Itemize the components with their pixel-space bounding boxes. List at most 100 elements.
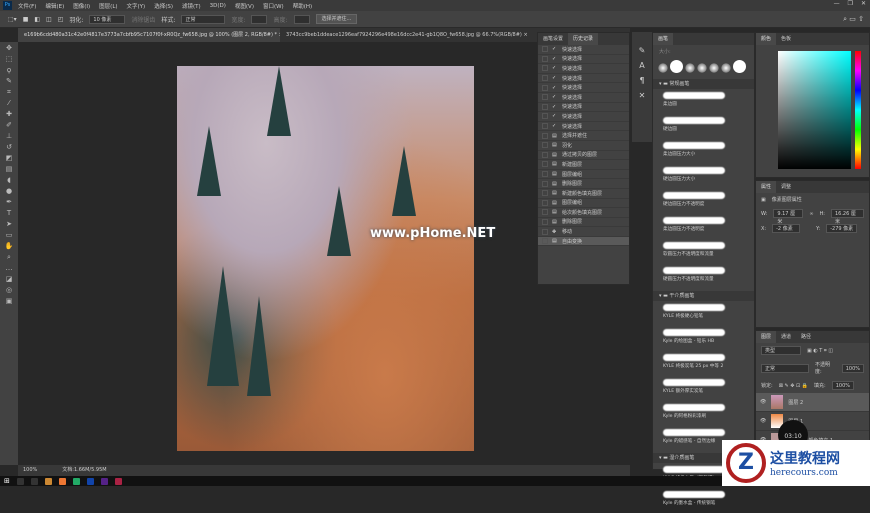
brush-tip[interactable] xyxy=(685,63,695,73)
menu-view[interactable]: 视图(V) xyxy=(235,2,254,10)
paragraph-icon[interactable]: ¶ xyxy=(639,76,644,85)
history-item[interactable]: ✓ 快速选择 xyxy=(538,55,629,65)
tab-document-1[interactable]: e169b6cdd480a31c42e0f4817e3773a7cbfb95c7… xyxy=(18,28,280,42)
intersect-selection-icon[interactable]: ◰ xyxy=(58,16,64,23)
history-item[interactable]: ▤ 给次颜色填充图层 xyxy=(538,208,629,218)
height-input[interactable] xyxy=(293,14,310,24)
explorer-icon[interactable] xyxy=(44,477,52,485)
history-item[interactable]: ✓ 快速选择 xyxy=(538,74,629,84)
menu-image[interactable]: 图像(I) xyxy=(73,2,90,10)
menu-select[interactable]: 选择(S) xyxy=(154,2,173,10)
snapshot-checkbox[interactable] xyxy=(542,103,548,110)
tab-adjustments[interactable]: 调整 xyxy=(776,181,796,193)
type-icon[interactable]: A xyxy=(639,61,644,70)
brush-group[interactable]: ▾ ▬ 干介质画笔 xyxy=(653,291,754,301)
brush-preset[interactable]: 柔边圆压力大小 xyxy=(653,142,754,164)
history-item[interactable]: ▤ 羽化 xyxy=(538,141,629,151)
menu-3d[interactable]: 3D(D) xyxy=(210,3,226,9)
menu-layer[interactable]: 图层(L) xyxy=(99,2,117,10)
brush-tip[interactable] xyxy=(658,63,668,73)
premiere-icon[interactable] xyxy=(100,477,108,485)
search-icon[interactable]: ⌕ ▭ ⇧ xyxy=(843,15,864,24)
crop-tool-icon[interactable]: ⌗ xyxy=(4,88,14,97)
quick-mask-icon[interactable]: ◎ xyxy=(4,286,14,295)
snapshot-checkbox[interactable] xyxy=(542,218,548,225)
add-selection-icon[interactable]: ◧ xyxy=(34,16,40,23)
brush-preset[interactable]: KYLE 终极硬心铅笔 xyxy=(653,304,754,326)
history-item[interactable]: ✓ 快速选择 xyxy=(538,122,629,132)
menu-help[interactable]: 帮助(H) xyxy=(293,2,312,10)
brush-tip[interactable] xyxy=(733,60,746,73)
tab-color[interactable]: 颜色 xyxy=(756,33,777,45)
tab-brushes[interactable]: 画笔 xyxy=(653,33,674,45)
snapshot-checkbox[interactable] xyxy=(542,84,548,91)
fill-field[interactable]: 100% xyxy=(831,381,855,390)
history-item[interactable]: ▤ 自由变换 xyxy=(538,236,629,247)
history-item[interactable]: ✓ 快速选择 xyxy=(538,83,629,93)
tab-properties[interactable]: 属性 xyxy=(756,181,777,193)
history-item[interactable]: ▤ 删除图层 xyxy=(538,218,629,228)
brush-settings-icon[interactable]: ✎ xyxy=(639,46,646,55)
marquee-tool-icon[interactable]: ⬚▾ xyxy=(8,16,17,23)
tools-icon[interactable]: ✕ xyxy=(639,91,646,100)
color-field[interactable] xyxy=(778,51,851,169)
lasso-tool-icon[interactable]: ϙ xyxy=(4,66,14,75)
snapshot-checkbox[interactable] xyxy=(542,65,548,72)
snapshot-checkbox[interactable] xyxy=(542,180,548,187)
brush-tip[interactable] xyxy=(670,60,683,73)
brush-group[interactable]: ▾ ▬ 常规画笔 xyxy=(653,79,754,89)
snapshot-checkbox[interactable] xyxy=(542,190,548,197)
blur-tool-icon[interactable]: ◖ xyxy=(4,176,14,185)
acrobat-icon[interactable] xyxy=(114,477,122,485)
subtract-selection-icon[interactable]: ◫ xyxy=(46,16,52,23)
menu-edit[interactable]: 编辑(E) xyxy=(45,2,64,10)
new-selection-icon[interactable]: ■ xyxy=(23,16,29,23)
brush-preset[interactable]: Kyle 的墨水盒 - 传统钢笔 xyxy=(653,491,754,513)
snapshot-checkbox[interactable] xyxy=(542,132,548,139)
opacity-field[interactable]: 100% xyxy=(841,363,864,373)
blend-mode-select[interactable]: 正常 xyxy=(761,363,810,373)
tab-channels[interactable]: 通道 xyxy=(776,331,796,343)
brush-preset[interactable]: Kyle 的绘图盒 - 铅乐 HB xyxy=(653,329,754,351)
restore-button[interactable]: ❐ xyxy=(848,0,853,7)
close-button[interactable]: ✕ xyxy=(861,0,866,7)
brush-preset[interactable]: 软圆压力不透明度和流量 xyxy=(653,242,754,264)
snapshot-checkbox[interactable] xyxy=(542,161,548,168)
brush-preset[interactable]: 硬圆压力不透明度和流量 xyxy=(653,267,754,289)
shape-tool-icon[interactable]: ▭ xyxy=(4,231,14,240)
snapshot-checkbox[interactable] xyxy=(542,238,548,245)
more-tools-icon[interactable]: … xyxy=(4,264,14,273)
move-tool-icon[interactable]: ✥ xyxy=(4,44,14,53)
healing-tool-icon[interactable]: ✚ xyxy=(4,110,14,119)
history-item[interactable]: ✓ 快速选择 xyxy=(538,45,629,55)
windows-start-icon[interactable]: ⊞ xyxy=(4,477,10,485)
hand-tool-icon[interactable]: ✋ xyxy=(4,242,14,251)
lock-icons[interactable]: ⊠ ✎ ✥ ⊡ 🔒 xyxy=(779,383,808,389)
zoom-level[interactable]: 100% xyxy=(23,465,37,476)
snapshot-checkbox[interactable] xyxy=(542,209,548,216)
y-field[interactable]: -279 像素 xyxy=(826,224,858,233)
height-field[interactable]: 16.26 厘米 xyxy=(830,209,864,225)
stamp-tool-icon[interactable]: ⊥ xyxy=(4,132,14,141)
app-icon[interactable] xyxy=(72,477,80,485)
tab-document-2[interactable]: 3743cc9beb1ddeace1296eaf7924296e498e16dc… xyxy=(280,28,528,42)
brush-preset[interactable]: KYLE 额外厚实炭笔 xyxy=(653,379,754,401)
brush-tool-icon[interactable]: ✐ xyxy=(4,121,14,130)
forest-image[interactable] xyxy=(177,66,474,451)
menu-type[interactable]: 文字(Y) xyxy=(127,2,146,10)
history-brush-icon[interactable]: ↺ xyxy=(4,143,14,152)
screen-mode-icon[interactable]: ▣ xyxy=(4,297,14,306)
document-size[interactable]: 文档:1.66M/5.95M xyxy=(62,465,106,476)
eraser-tool-icon[interactable]: ◩ xyxy=(4,154,14,163)
snapshot-checkbox[interactable] xyxy=(542,94,548,101)
menu-window[interactable]: 窗口(W) xyxy=(263,2,284,10)
brush-preset[interactable]: 柔边圆 xyxy=(653,92,754,114)
snapshot-checkbox[interactable] xyxy=(542,75,548,82)
layer-row[interactable]: 👁 图层 2 xyxy=(756,393,869,412)
brush-tip[interactable] xyxy=(709,63,719,73)
brush-preset[interactable]: KYLE 终极炭笔 25 px 中等 2 xyxy=(653,354,754,376)
minimize-button[interactable]: — xyxy=(834,0,840,7)
history-item[interactable]: ▤ 删除图层 xyxy=(538,179,629,189)
snapshot-checkbox[interactable] xyxy=(542,46,548,53)
pen-tool-icon[interactable]: ✒ xyxy=(4,198,14,207)
